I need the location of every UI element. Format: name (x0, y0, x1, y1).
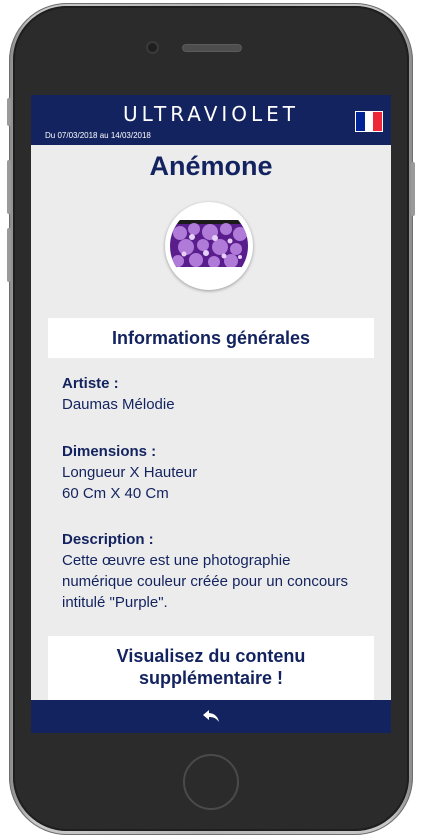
front-camera (148, 43, 157, 52)
description-line-3: intitulé "Purple". (62, 594, 168, 611)
mute-switch (7, 98, 11, 126)
earpiece-speaker (183, 45, 241, 51)
purple-flower-photo (170, 207, 248, 285)
volume-down-button (7, 228, 11, 282)
date-range: Du 07/03/2018 au 14/03/2018 (45, 131, 151, 140)
description-field: Description : Cette œuvre est une photog… (62, 529, 372, 613)
dimensions-line-1: Longueur X Hauteur (62, 464, 198, 481)
extra-content-button[interactable]: Visualisez du contenu supplémentaire ! (48, 636, 374, 706)
description-label: Description : (62, 531, 154, 548)
general-info-header: Informations générales (48, 318, 374, 358)
dimensions-label: Dimensions : (62, 443, 157, 460)
power-button (411, 162, 415, 216)
app-screen: ULTRAVIOLET Du 07/03/2018 au 14/03/2018 … (31, 95, 391, 733)
description-line-1: Cette œuvre est une photographie (62, 552, 291, 569)
extra-content-line-2: supplémentaire ! (138, 668, 284, 688)
artwork-thumbnail[interactable] (165, 202, 253, 290)
artist-value: Daumas Mélodie (62, 396, 175, 413)
volume-up-button (7, 160, 11, 214)
extra-content-line-1: Visualisez du contenu (116, 646, 306, 666)
app-title: ULTRAVIOLET (122, 102, 300, 126)
app-header: ULTRAVIOLET Du 07/03/2018 au 14/03/2018 (31, 95, 391, 145)
back-arrow-icon[interactable] (202, 709, 220, 723)
home-button[interactable] (183, 754, 239, 810)
dimensions-field: Dimensions : Longueur X Hauteur 60 Cm X … (62, 441, 372, 504)
artist-field: Artiste : Daumas Mélodie (62, 373, 372, 415)
artwork-title: Anémone (149, 151, 273, 181)
dimensions-line-2: 60 Cm X 40 Cm (62, 485, 169, 502)
description-line-2: numérique couleur créée pour un concours (62, 573, 349, 590)
artist-label: Artiste : (62, 375, 119, 392)
app-footer (31, 700, 391, 733)
france-flag-icon[interactable] (355, 111, 383, 132)
